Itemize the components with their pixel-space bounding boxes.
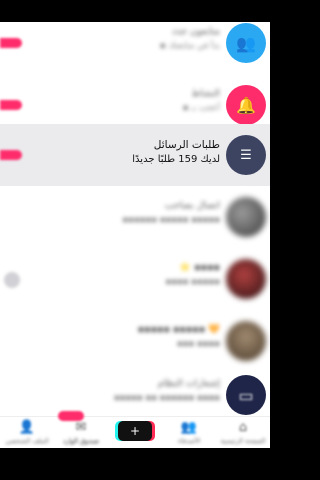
row-subtitle: ▪ أعجب بـ (182, 103, 220, 113)
list-item-message-requests[interactable]: طلبات الرسائل لديك 159 طلبًا جديدًا ☰ (0, 124, 270, 186)
avatar (226, 197, 266, 237)
row-title: النشاط (191, 88, 220, 99)
row-title: ▪▪▪▪▪ ▪▪▪▪▪ 🧡 (137, 324, 220, 335)
tab-create[interactable]: + (108, 417, 162, 448)
friends-icon: 👥 (180, 420, 198, 435)
row-title: متابعون جدد (171, 26, 220, 37)
row-subtitle: ▪ بدأ في متابعتك (159, 41, 220, 51)
unread-badge (0, 150, 22, 160)
people-icon: 👥 (226, 23, 266, 63)
create-button[interactable]: + (118, 421, 152, 441)
avatar (226, 321, 266, 361)
list-item-new-followers[interactable]: متابعون جدد ▪ بدأ في متابعتك 👥 (0, 22, 270, 74)
avatar (226, 259, 266, 299)
inbox-screen: متابعون جدد ▪ بدأ في متابعتك 👥 النشاط ▪ … (0, 22, 270, 448)
row-title: اتصال بصاحب (164, 200, 220, 211)
plus-icon: + (129, 424, 141, 438)
row-title: ⭐ ▪▪▪▪ (179, 262, 220, 273)
tab-label: صندوق الوارد (62, 437, 100, 445)
tab-label: الملف الشخصي (5, 437, 49, 445)
tab-label: الأصدقاء (177, 437, 201, 445)
inbox-icon: ▭ (226, 375, 266, 415)
list-item-conversation[interactable]: ▪▪▪▪▪ ▪▪▪▪▪ 🧡 ▪▪▪ ▪▪▪▪ (0, 310, 270, 372)
row-subtitle: لديك 159 طلبًا جديدًا (132, 154, 220, 165)
bell-icon: 🔔 (226, 85, 266, 125)
unread-badge (0, 100, 22, 110)
profile-icon: 👤 (18, 420, 36, 435)
row-title: طلبات الرسائل (153, 139, 220, 151)
top-letterbox (0, 0, 270, 22)
tab-label: الصفحة الرئيسية (220, 437, 266, 445)
home-icon: ⌂ (238, 420, 248, 435)
tab-profile[interactable]: 👤 الملف الشخصي (0, 417, 54, 448)
bottom-navigation: ⌂ الصفحة الرئيسية 👥 الأصدقاء + ✉ صندوق ا… (0, 411, 270, 448)
camera-icon[interactable] (4, 272, 20, 288)
screen: متابعون جدد ▪ بدأ في متابعتك 👥 النشاط ▪ … (0, 0, 270, 480)
bottom-letterbox (0, 448, 270, 480)
unread-badge (0, 38, 22, 48)
row-subtitle: ▪▪▪ ▪▪▪▪ (176, 339, 220, 349)
row-subtitle: ▪▪▪▪▪▪ ▪▪▪▪▪ ▪▪▪▪▪ (122, 215, 220, 225)
list-item-conversation[interactable]: اتصال بصاحب ▪▪▪▪▪▪ ▪▪▪▪▪ ▪▪▪▪▪ (0, 186, 270, 248)
row-subtitle: ▪▪▪▪ ▪▪▪▪▪ (165, 277, 220, 287)
tab-home[interactable]: ⌂ الصفحة الرئيسية (216, 417, 270, 448)
tab-friends[interactable]: 👥 الأصدقاء (162, 417, 216, 448)
message-icon: ☰ (226, 135, 266, 175)
list-item-conversation[interactable]: ⭐ ▪▪▪▪ ▪▪▪▪ ▪▪▪▪▪ (0, 248, 270, 310)
tab-inbox[interactable]: ✉ صندوق الوارد (54, 411, 108, 448)
row-title: إشعارات النظام (157, 378, 220, 389)
row-subtitle: ▪▪▪▪▪ ▪▪ ▪▪▪▪▪▪ ▪▪▪▪ (113, 393, 220, 403)
inbox-icon: ✉ (75, 420, 87, 435)
